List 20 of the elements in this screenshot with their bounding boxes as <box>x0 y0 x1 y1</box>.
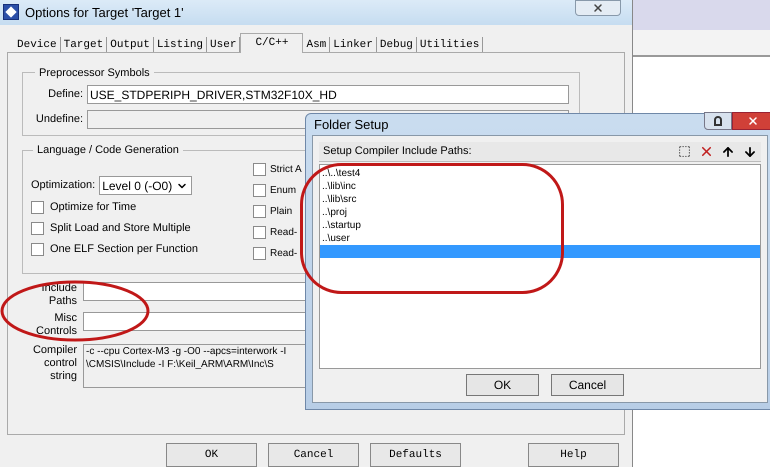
window-title: Folder Setup <box>314 116 388 134</box>
field-label: Compiler control string <box>32 344 77 384</box>
compiler-string-line: -c --cpu Cortex-M3 -g -O0 --apcs=interwork -I <box>86 345 288 358</box>
checkbox-label: Strict A <box>270 162 302 177</box>
list-label: Setup Compiler Include Paths: <box>323 144 473 160</box>
field-label: Misc Controls <box>35 312 77 338</box>
compiler-string-line: \CMSIS\Include -I F:\Keil_ARM\ARM\Inc\S <box>86 358 275 372</box>
checkbox-label: One ELF Section per Function <box>50 242 198 257</box>
checkbox-label: Split Load and Store Multiple <box>50 220 191 236</box>
window-title: Options for Target 'Target 1' <box>25 4 184 22</box>
field-label: Optimization: <box>31 178 96 194</box>
field-label: Define: <box>47 87 83 102</box>
checkbox-label: Optimize for Time <box>50 200 136 215</box>
group-title: Language / Code Generation <box>36 143 180 158</box>
checkbox-label: Read- <box>270 246 298 261</box>
checkbox-label: Enum <box>270 184 296 198</box>
group-title: Preprocessor Symbols <box>38 66 151 81</box>
checkbox-label: Read- <box>270 226 298 240</box>
field-label: Undefine: <box>34 112 83 128</box>
checkbox-label: Plain <box>270 204 292 219</box>
